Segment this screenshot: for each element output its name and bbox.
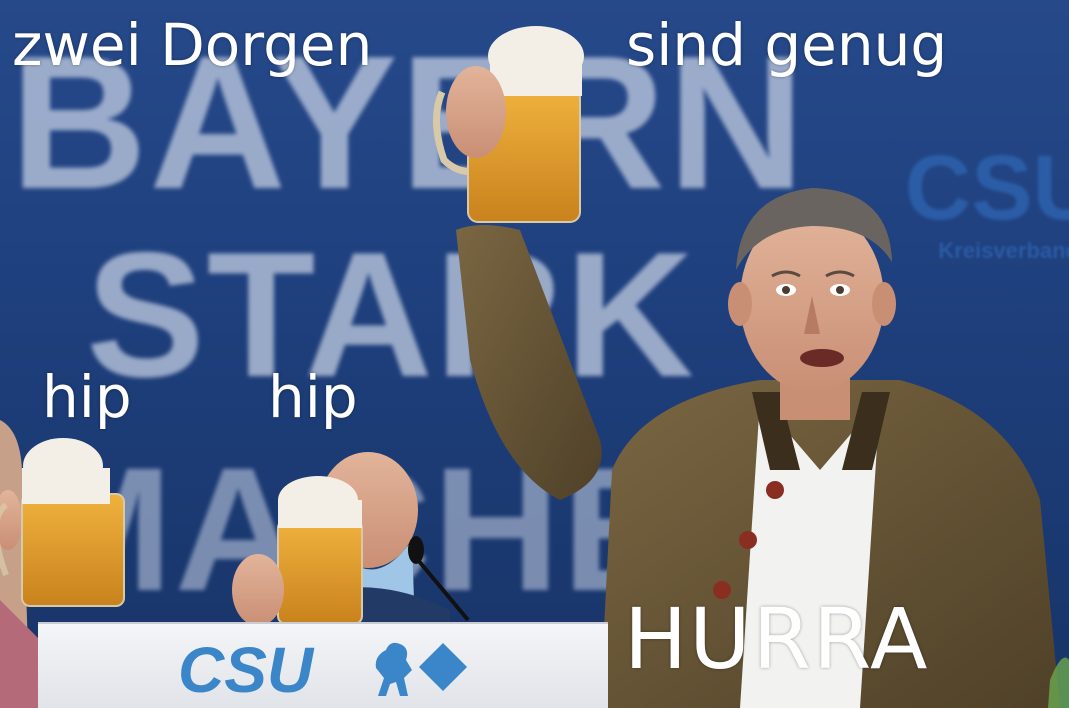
csu-lectern: CSU (38, 622, 608, 708)
caption-hip-left: hip (42, 363, 132, 431)
caption-top-right: sind genug (626, 11, 948, 79)
caption-hip-right: hip (268, 363, 358, 431)
caption-hurra: HURRA (624, 590, 930, 688)
bavarian-diamond-icon (418, 642, 468, 692)
raised-beer-mug (432, 26, 584, 223)
middle-beer-mug (232, 476, 363, 626)
meme-image: BAYERN STARK MACHEN CSU Kreisverband CSU… (0, 0, 1069, 708)
lectern-csu-logo: CSU (178, 634, 314, 706)
caption-top-left: zwei Dorgen (12, 11, 373, 79)
bavarian-lion-icon (375, 642, 412, 696)
